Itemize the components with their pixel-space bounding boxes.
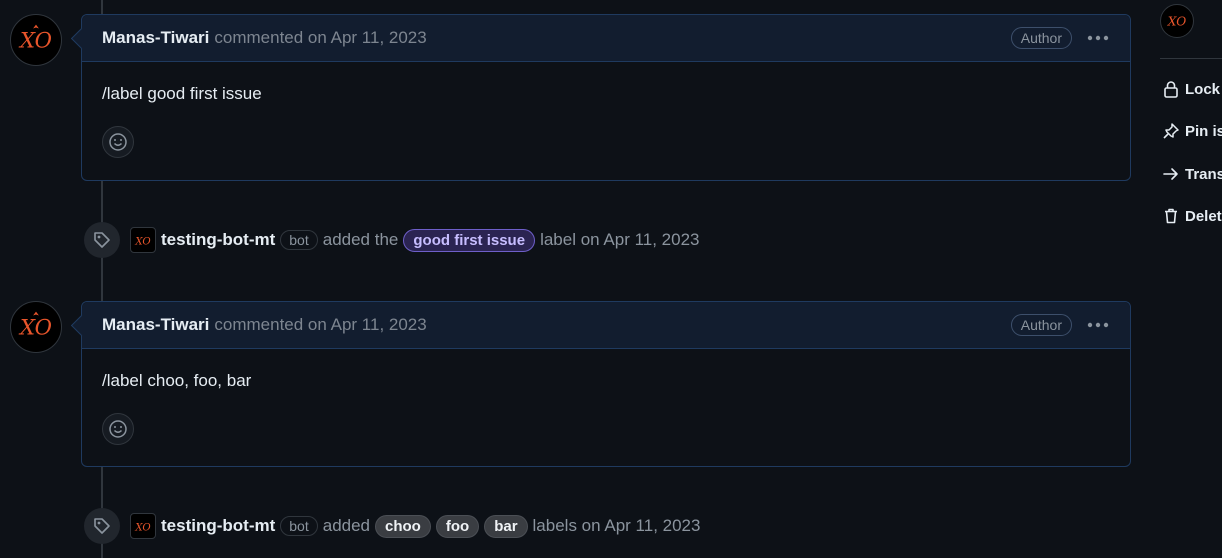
event-suffix-text: labels on Apr 11, 2023: [532, 516, 701, 535]
xo-logo-icon: XO: [18, 311, 52, 340]
author-badge: Author: [1010, 27, 1072, 49]
comment-options-button[interactable]: [1086, 28, 1110, 48]
xo-logo-icon: XO: [18, 24, 52, 53]
comment-box: Manas-Tiwari commented on Apr 11, 2023 A…: [81, 301, 1131, 467]
bot-badge: bot: [280, 230, 318, 250]
tag-icon-badge: [84, 222, 120, 258]
comment-timestamp[interactable]: commented on Apr 11, 2023: [214, 315, 426, 335]
comment-options-button[interactable]: [1086, 315, 1110, 335]
sidebar-item-label: Lock c: [1185, 80, 1222, 98]
label-foo[interactable]: foo: [435, 514, 480, 538]
comment-body: /label good first issue: [82, 62, 1130, 170]
label-choo[interactable]: choo: [375, 514, 431, 538]
bot-avatar[interactable]: XO: [130, 227, 156, 253]
sidebar-item-lock[interactable]: Lock c: [1162, 80, 1222, 98]
sidebar-item-delete[interactable]: Delete: [1162, 207, 1222, 225]
arrow-right-icon: [1163, 168, 1178, 180]
comment-timestamp[interactable]: commented on Apr 11, 2023: [214, 28, 426, 48]
event-action-text: added: [322, 516, 371, 535]
sidebar-item-label: Pin iss: [1185, 122, 1222, 140]
timeline-event-labeled: XO testing-bot-mt bot added choo foo bar…: [84, 508, 700, 544]
pin-icon: [1163, 123, 1179, 139]
event-actor-link[interactable]: testing-bot-mt: [161, 516, 275, 536]
event-suffix-text: label on Apr 11, 2023: [540, 230, 700, 249]
kebab-horizontal-icon: [1087, 322, 1109, 328]
participant-avatar[interactable]: XO: [1160, 4, 1194, 38]
sidebar-divider: [1160, 58, 1222, 59]
event-actor-link[interactable]: testing-bot-mt: [161, 230, 275, 250]
event-action-text: added the: [322, 230, 399, 249]
label-good-first-issue[interactable]: good first issue: [403, 228, 536, 252]
avatar[interactable]: XO: [10, 301, 62, 353]
comment-body: /label choo, foo, bar: [82, 349, 1130, 457]
comment-header: Manas-Tiwari commented on Apr 11, 2023 A…: [82, 15, 1130, 62]
avatar[interactable]: XO: [10, 14, 62, 66]
author-badge: Author: [1010, 314, 1072, 336]
smiley-icon: [109, 420, 127, 438]
xo-logo-icon: XO: [1167, 15, 1187, 29]
comment-box: Manas-Tiwari commented on Apr 11, 2023 A…: [81, 14, 1131, 181]
trash-icon: [1165, 208, 1177, 224]
svg-text:XO: XO: [134, 523, 151, 534]
tag-icon: [94, 518, 110, 534]
lock-icon: [1164, 81, 1178, 98]
bot-badge: bot: [280, 516, 318, 536]
sidebar-item-label: Delete: [1185, 207, 1222, 225]
comment-header: Manas-Tiwari commented on Apr 11, 2023 A…: [82, 302, 1130, 349]
sidebar-item-label: Transf: [1185, 165, 1222, 183]
svg-text:XO: XO: [1167, 15, 1187, 29]
sidebar-item-pin[interactable]: Pin iss: [1162, 122, 1222, 140]
sidebar-item-transfer[interactable]: Transf: [1162, 165, 1222, 183]
smiley-icon: [109, 133, 127, 151]
comment-text: /label choo, foo, bar: [102, 371, 252, 390]
comment-author-link[interactable]: Manas-Tiwari: [102, 28, 209, 48]
kebab-horizontal-icon: [1087, 35, 1109, 41]
xo-logo-icon: XO: [134, 237, 151, 248]
label-bar[interactable]: bar: [484, 514, 528, 538]
add-reaction-button[interactable]: [102, 413, 134, 445]
svg-text:XO: XO: [18, 315, 52, 340]
comment-author-link[interactable]: Manas-Tiwari: [102, 315, 209, 335]
svg-text:XO: XO: [18, 28, 52, 53]
comment-text: /label good first issue: [102, 84, 262, 103]
svg-text:XO: XO: [134, 237, 151, 248]
bot-avatar[interactable]: XO: [130, 513, 156, 539]
add-reaction-button[interactable]: [102, 126, 134, 158]
tag-icon-badge: [84, 508, 120, 544]
tag-icon: [94, 232, 110, 248]
xo-logo-icon: XO: [134, 523, 151, 534]
timeline-event-labeled: XO testing-bot-mt bot added the good fir…: [84, 222, 700, 258]
